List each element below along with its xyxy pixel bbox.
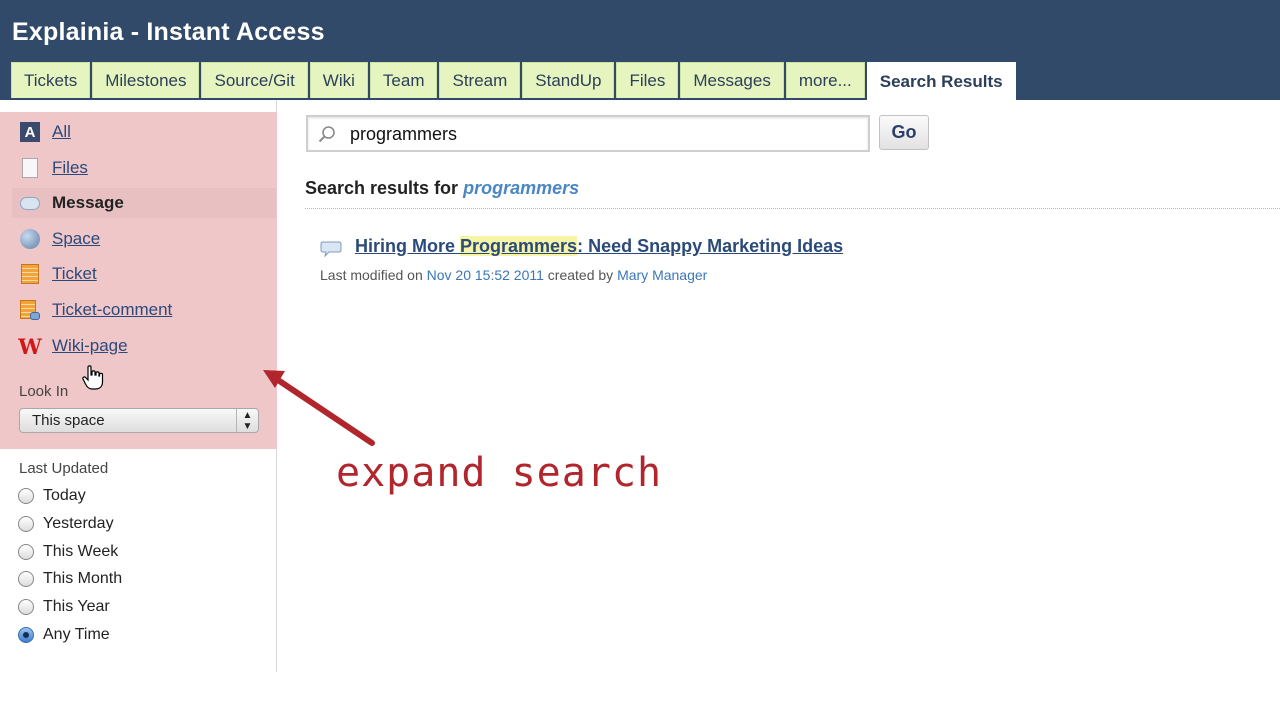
annotation-arrow bbox=[263, 370, 375, 446]
look-in-value: This space bbox=[32, 412, 105, 429]
app-title: Explainia - Instant Access bbox=[12, 18, 325, 46]
search-input[interactable]: programmers bbox=[306, 115, 870, 152]
filter-label: Ticket bbox=[52, 264, 97, 283]
result-date-link[interactable]: Nov 20 15:52 2011 bbox=[427, 267, 544, 283]
radio-label: This Year bbox=[43, 598, 110, 615]
filter-label: Message bbox=[52, 193, 124, 212]
ticket-comment-icon bbox=[18, 299, 42, 321]
radio-button-selected[interactable] bbox=[18, 627, 34, 643]
filter-label: Wiki-page bbox=[52, 336, 128, 355]
tab-stream[interactable]: Stream bbox=[439, 62, 521, 98]
meta-text: created by bbox=[547, 267, 614, 283]
filter-all[interactable]: A All bbox=[18, 117, 71, 147]
radio-button[interactable] bbox=[18, 599, 34, 615]
radio-today[interactable]: Today bbox=[18, 484, 86, 508]
result-meta: Last modified on Nov 20 15:52 2011 creat… bbox=[320, 267, 707, 283]
results-term: programmers bbox=[463, 178, 580, 198]
result-title-highlight: Programmers bbox=[460, 236, 578, 256]
tab-more[interactable]: more... bbox=[785, 62, 865, 98]
result-title-post: : Need Snappy Marketing Ideas bbox=[577, 236, 844, 256]
radio-this-month[interactable]: This Month bbox=[18, 567, 122, 591]
filter-ticket[interactable]: Ticket bbox=[18, 259, 97, 289]
hand-cursor-icon bbox=[82, 365, 104, 390]
search-query-text: programmers bbox=[350, 124, 458, 144]
wiki-icon: W bbox=[18, 333, 42, 359]
filter-label: All bbox=[52, 122, 71, 141]
filter-space[interactable]: Space bbox=[18, 224, 100, 254]
filter-label: Ticket-comment bbox=[52, 300, 173, 319]
result-author-link[interactable]: Mary Manager bbox=[617, 267, 707, 283]
message-icon bbox=[18, 192, 42, 214]
message-icon bbox=[320, 241, 342, 257]
results-heading-text: Search results for bbox=[305, 178, 459, 198]
tab-team[interactable]: Team bbox=[369, 62, 438, 98]
radio-button[interactable] bbox=[18, 544, 34, 560]
tab-wiki[interactable]: Wiki bbox=[309, 62, 368, 98]
radio-label: Yesterday bbox=[43, 515, 114, 532]
last-updated-label: Last Updated bbox=[19, 460, 109, 477]
tab-milestones[interactable]: Milestones bbox=[92, 62, 200, 98]
filter-message[interactable]: Message bbox=[12, 188, 276, 218]
meta-text: Last modified on bbox=[320, 267, 423, 283]
filter-wiki-page[interactable]: W Wiki-page bbox=[18, 331, 128, 361]
tab-tickets[interactable]: Tickets bbox=[11, 62, 91, 98]
radio-label: This Week bbox=[43, 543, 119, 560]
tab-standup[interactable]: StandUp bbox=[522, 62, 615, 98]
divider bbox=[305, 208, 1280, 209]
go-button[interactable]: Go bbox=[879, 115, 929, 150]
radio-label: Today bbox=[43, 487, 86, 504]
search-sidebar: A All Files Message Space Ticket Ticket-… bbox=[0, 100, 277, 672]
look-in-select[interactable]: This space ▲ ▼ bbox=[19, 408, 259, 433]
radio-label: Any Time bbox=[43, 626, 110, 643]
radio-button[interactable] bbox=[18, 516, 34, 532]
file-icon bbox=[18, 157, 42, 179]
tab-source-git[interactable]: Source/Git bbox=[201, 62, 308, 98]
tab-files[interactable]: Files bbox=[616, 62, 679, 98]
tab-search-results[interactable]: Search Results bbox=[866, 62, 1016, 100]
filter-ticket-comment[interactable]: Ticket-comment bbox=[18, 295, 172, 325]
space-icon bbox=[18, 228, 42, 250]
filter-label: Files bbox=[52, 158, 88, 177]
result-title-link[interactable]: Hiring More Programmers: Need Snappy Mar… bbox=[355, 236, 843, 257]
filter-files[interactable]: Files bbox=[18, 153, 88, 183]
radio-this-year[interactable]: This Year bbox=[18, 595, 110, 619]
app-header: Explainia - Instant Access Tickets Miles… bbox=[0, 0, 1280, 100]
annotation-text: expand search bbox=[336, 450, 663, 496]
tab-bar: Tickets Milestones Source/Git Wiki Team … bbox=[11, 62, 1018, 100]
all-icon: A bbox=[18, 121, 42, 143]
look-in-label: Look In bbox=[19, 383, 69, 400]
result-title-pre: Hiring More bbox=[355, 236, 461, 256]
tab-messages[interactable]: Messages bbox=[680, 62, 784, 98]
filter-label: Space bbox=[52, 229, 101, 248]
radio-label: This Month bbox=[43, 570, 123, 587]
radio-button[interactable] bbox=[18, 488, 34, 504]
ticket-icon bbox=[18, 263, 42, 285]
results-heading: Search results for programmers bbox=[305, 178, 579, 199]
radio-yesterday[interactable]: Yesterday bbox=[18, 512, 114, 536]
radio-any-time[interactable]: Any Time bbox=[18, 623, 110, 647]
search-icon bbox=[318, 126, 335, 143]
radio-this-week[interactable]: This Week bbox=[18, 540, 118, 564]
radio-button[interactable] bbox=[18, 571, 34, 587]
